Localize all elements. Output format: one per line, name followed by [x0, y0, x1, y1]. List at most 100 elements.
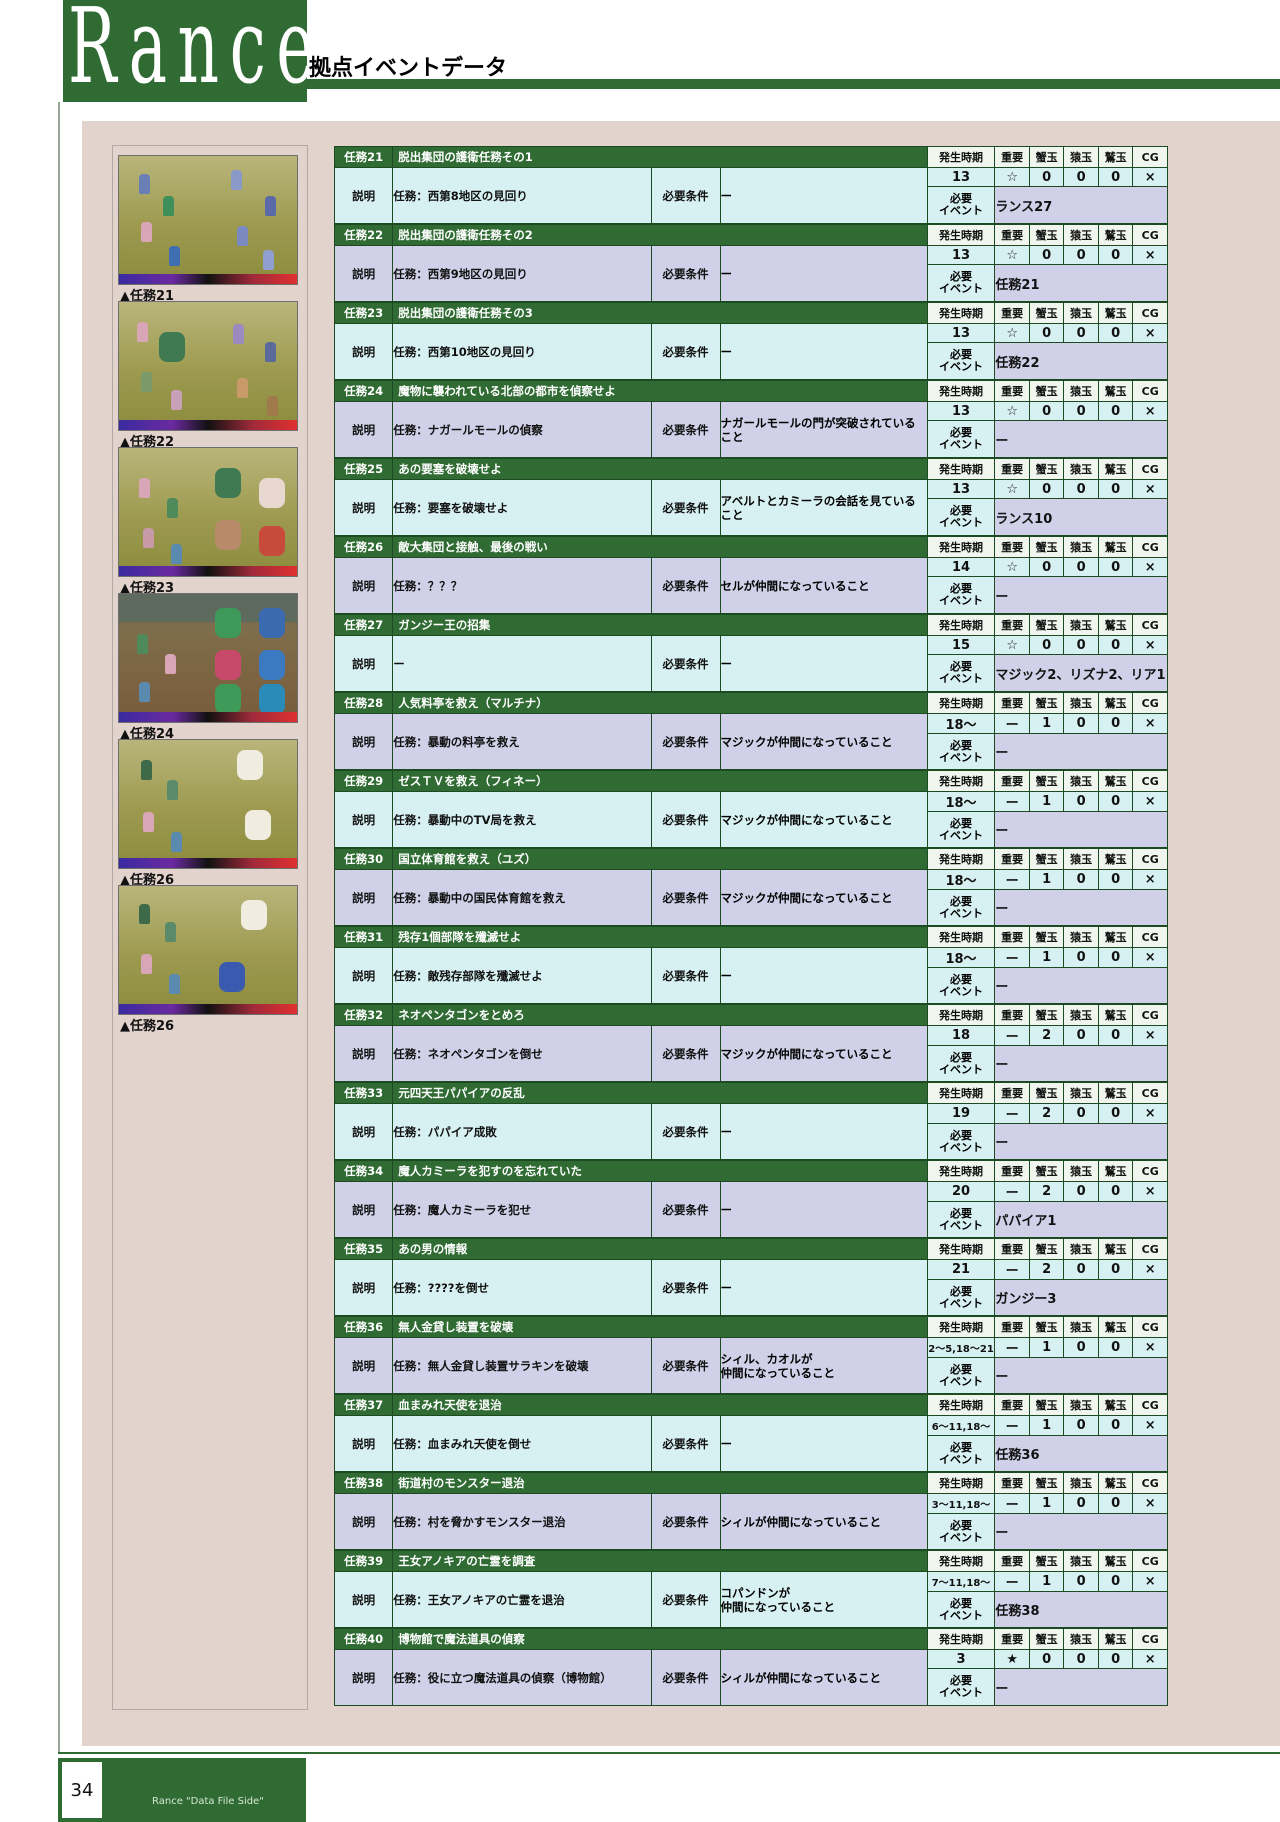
- mission-number: 任務29: [333, 770, 394, 792]
- mission-table: 任務33 元四天王パパイアの反乱 発生時期 重要 蟹玉 猿玉 鷲玉 CG 説明 任務：パパイア成敗…: [333, 1082, 1168, 1160]
- mission-number: 任務25: [333, 458, 394, 480]
- screenshot-mission-24: [118, 593, 298, 723]
- mission-requirement: ー: [719, 1181, 928, 1238]
- col-header-cg: CG: [1132, 1316, 1168, 1338]
- requirement-label: 必要条件: [650, 869, 721, 926]
- value-time: 7～11,18～: [926, 1571, 996, 1592]
- value-c3: 0: [1097, 1025, 1134, 1046]
- mission-requirement: ー: [719, 947, 928, 1004]
- col-header-c2: 猿玉: [1063, 1394, 1099, 1416]
- value-time: 18～: [926, 791, 996, 812]
- mission-requirement: ー: [719, 167, 928, 224]
- col-header-cg: CG: [1132, 692, 1168, 714]
- value-time: 6～11,18～: [926, 1415, 996, 1436]
- mission-title: 残存1個部隊を殲滅せよ: [392, 926, 928, 948]
- mission-requirement: ー: [719, 1103, 928, 1160]
- value-c1: 1: [1028, 713, 1065, 734]
- col-header-c3: 鷲玉: [1097, 926, 1134, 948]
- mission-description: 任務：暴動中のTV局を救え: [392, 791, 652, 848]
- mission-number: 任務33: [333, 1082, 394, 1104]
- desc-label: 説明: [333, 323, 394, 380]
- mission-table: 任務36 無人金貸し装置を破壊 発生時期 重要 蟹玉 猿玉 鷲玉 CG 説明 任務：無人金貸し装置…: [333, 1316, 1168, 1394]
- required-event: 任務38: [994, 1591, 1168, 1628]
- value-c2: 0: [1063, 1181, 1099, 1202]
- mission-description: 任務：無人金貸し装置サラキンを破壊: [392, 1337, 652, 1394]
- required-event: パパイア1: [994, 1201, 1168, 1238]
- sprite: [215, 520, 241, 550]
- col-header-c3: 鷲玉: [1097, 770, 1134, 792]
- col-header-imp: 重要: [994, 1394, 1030, 1416]
- col-header-time: 発生時期: [926, 692, 996, 714]
- page-number: 34: [62, 1762, 102, 1818]
- value-c1: 2: [1028, 1181, 1065, 1202]
- value-c1: 1: [1028, 1415, 1065, 1436]
- sprite: [139, 478, 150, 498]
- value-imp: ー: [994, 1181, 1030, 1202]
- col-header-imp: 重要: [994, 1550, 1030, 1572]
- page-subtitle: 拠点イベントデータ: [309, 56, 508, 81]
- mission-title: 街道村のモンスター退治: [392, 1472, 928, 1494]
- value-imp: ☆: [994, 479, 1030, 499]
- value-c1: 1: [1028, 1337, 1065, 1358]
- value-cg: ×: [1132, 479, 1168, 499]
- value-c3: 0: [1097, 713, 1134, 734]
- col-header-c1: 蟹玉: [1028, 1316, 1065, 1338]
- mission-description: ー: [392, 635, 652, 692]
- value-imp: ☆: [994, 245, 1030, 265]
- mission-title: ネオペンタゴンをとめろ: [392, 1004, 928, 1026]
- left-margin-rule: [58, 102, 60, 1752]
- col-header-time: 発生時期: [926, 1004, 996, 1026]
- mission-requirement: コパンドンが 仲間になっていること: [719, 1571, 928, 1628]
- col-header-c2: 猿玉: [1063, 1550, 1099, 1572]
- sprite: [259, 478, 285, 508]
- event-label: 必要 イベント: [926, 811, 996, 848]
- value-imp: ☆: [994, 167, 1030, 187]
- col-header-c2: 猿玉: [1063, 770, 1099, 792]
- value-imp: ー: [994, 869, 1030, 890]
- value-cg: ×: [1132, 1259, 1168, 1280]
- sprite: [169, 246, 180, 266]
- mission-description: 任務：？？？: [392, 557, 652, 614]
- col-header-imp: 重要: [994, 1160, 1030, 1182]
- sprite: [167, 780, 178, 800]
- mission-title: ゼスＴＶを救え（フィネー）: [392, 770, 928, 792]
- desc-label: 説明: [333, 635, 394, 692]
- requirement-label: 必要条件: [650, 1259, 721, 1316]
- col-header-c1: 蟹玉: [1028, 926, 1065, 948]
- hp-bar: [119, 420, 297, 430]
- mission-number: 任務35: [333, 1238, 394, 1260]
- event-label: 必要 イベント: [926, 1591, 996, 1628]
- screenshot-mission-23: [118, 447, 298, 577]
- sprite: [165, 922, 176, 942]
- footer-text: Rance "Data File Side": [152, 1796, 264, 1807]
- value-c1: 1: [1028, 947, 1065, 968]
- mission-title: 脱出集団の護衛任務その2: [392, 224, 928, 246]
- col-header-c3: 鷲玉: [1097, 1160, 1134, 1182]
- required-event: ランス27: [994, 186, 1168, 224]
- col-header-time: 発生時期: [926, 536, 996, 558]
- mission-description: 任務：西第9地区の見回り: [392, 245, 652, 302]
- sprite: [241, 900, 267, 930]
- mission-requirement: マジックが仲間になっていること: [719, 1025, 928, 1082]
- value-cg: ×: [1132, 947, 1168, 968]
- event-label: 必要 イベント: [926, 576, 996, 614]
- col-header-cg: CG: [1132, 1394, 1168, 1416]
- hp-bar: [119, 566, 297, 576]
- required-event: ー: [994, 1123, 1168, 1160]
- mission-description: 任務：????を倒せ: [392, 1259, 652, 1316]
- screenshot-caption: ▲任務26: [120, 1019, 175, 1034]
- value-c3: 0: [1097, 947, 1134, 968]
- col-header-c1: 蟹玉: [1028, 1160, 1065, 1182]
- value-imp: ー: [994, 1415, 1030, 1436]
- value-c2: 0: [1063, 1649, 1099, 1669]
- desc-label: 説明: [333, 401, 394, 458]
- value-c2: 0: [1063, 1025, 1099, 1046]
- value-c3: 0: [1097, 479, 1134, 499]
- col-header-c3: 鷲玉: [1097, 692, 1134, 714]
- mission-title: 人気料亭を救え（マルチナ）: [392, 692, 928, 714]
- value-cg: ×: [1132, 245, 1168, 265]
- sprite: [159, 332, 185, 362]
- value-c3: 0: [1097, 1337, 1134, 1358]
- mission-table: 任務37 血まみれ天使を退治 発生時期 重要 蟹玉 猿玉 鷲玉 CG 説明 任務：血まみれ天使を倒…: [333, 1394, 1168, 1472]
- sprite: [141, 372, 152, 392]
